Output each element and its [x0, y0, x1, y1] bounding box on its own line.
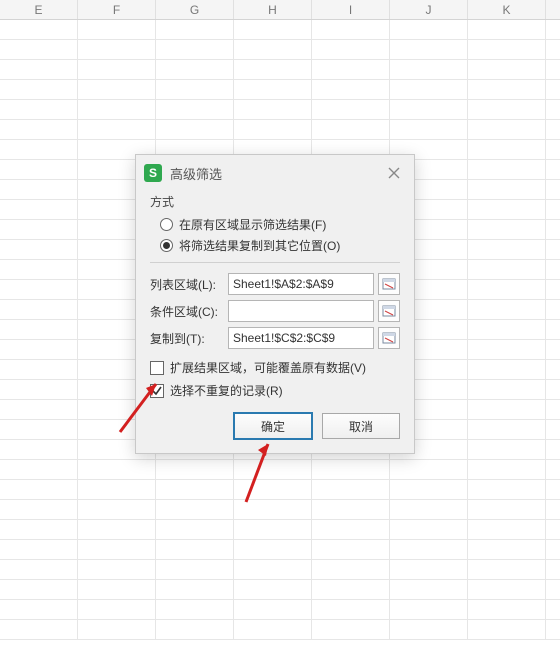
- col-header[interactable]: G: [156, 0, 234, 19]
- app-icon: S: [144, 164, 162, 182]
- radio-icon: [160, 239, 173, 252]
- checkbox-icon: [150, 361, 164, 375]
- col-header[interactable]: K: [468, 0, 546, 19]
- divider: [150, 262, 400, 263]
- radio-icon: [160, 218, 173, 231]
- checkbox-icon: [150, 384, 164, 398]
- copy-to-row: 复制到(T): Sheet1!$C$2:$C$9: [150, 327, 400, 349]
- dialog-title: 高级筛选: [170, 164, 384, 183]
- col-header[interactable]: I: [312, 0, 390, 19]
- mode-section-label: 方式: [150, 193, 400, 210]
- column-headers-row: E F G H I J K: [0, 0, 560, 20]
- copy-to-input[interactable]: Sheet1!$C$2:$C$9: [228, 327, 374, 349]
- ok-button[interactable]: 确定: [234, 413, 312, 439]
- criteria-range-input[interactable]: [228, 300, 374, 322]
- criteria-range-label: 条件区域(C):: [150, 303, 228, 320]
- radio-copy-to-other[interactable]: 将筛选结果复制到其它位置(O): [160, 237, 400, 254]
- list-range-input[interactable]: Sheet1!$A$2:$A$9: [228, 273, 374, 295]
- unique-records-checkbox-row[interactable]: 选择不重复的记录(R): [150, 382, 400, 399]
- dialog-titlebar: S 高级筛选: [136, 155, 414, 191]
- radio-label: 将筛选结果复制到其它位置(O): [179, 237, 340, 254]
- copy-to-label: 复制到(T):: [150, 330, 228, 347]
- range-picker-button[interactable]: [378, 273, 400, 295]
- expand-result-checkbox-row[interactable]: 扩展结果区域，可能覆盖原有数据(V): [150, 359, 400, 376]
- cancel-button[interactable]: 取消: [322, 413, 400, 439]
- radio-filter-in-place[interactable]: 在原有区域显示筛选结果(F): [160, 216, 400, 233]
- checkbox-label: 扩展结果区域，可能覆盖原有数据(V): [170, 359, 366, 376]
- col-header[interactable]: F: [78, 0, 156, 19]
- criteria-range-row: 条件区域(C):: [150, 300, 400, 322]
- range-picker-button[interactable]: [378, 327, 400, 349]
- list-range-row: 列表区域(L): Sheet1!$A$2:$A$9: [150, 273, 400, 295]
- advanced-filter-dialog: S 高级筛选 方式 在原有区域显示筛选结果(F) 将筛选结果复制到其它位置(O)…: [135, 154, 415, 454]
- close-icon[interactable]: [384, 163, 404, 183]
- checkbox-label: 选择不重复的记录(R): [170, 382, 283, 399]
- radio-label: 在原有区域显示筛选结果(F): [179, 216, 326, 233]
- col-header[interactable]: J: [390, 0, 468, 19]
- col-header[interactable]: H: [234, 0, 312, 19]
- col-header[interactable]: E: [0, 0, 78, 19]
- range-picker-button[interactable]: [378, 300, 400, 322]
- list-range-label: 列表区域(L):: [150, 276, 228, 293]
